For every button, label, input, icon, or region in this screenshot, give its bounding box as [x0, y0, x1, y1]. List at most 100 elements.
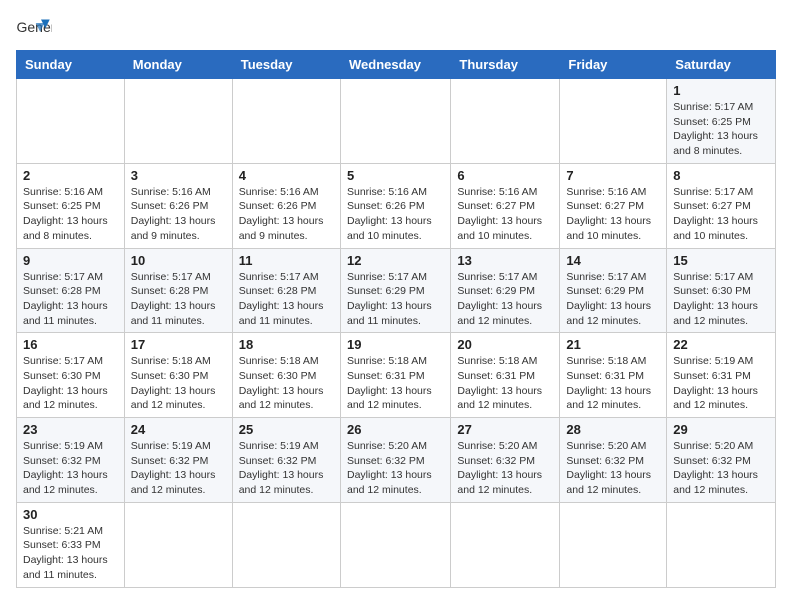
day-info: Sunrise: 5:16 AM Sunset: 6:26 PM Dayligh…: [239, 185, 334, 244]
calendar-cell: [451, 502, 560, 587]
day-info: Sunrise: 5:16 AM Sunset: 6:27 PM Dayligh…: [566, 185, 660, 244]
calendar-cell: 13 Sunrise: 5:17 AM Sunset: 6:29 PM Dayli…: [451, 248, 560, 333]
calendar-cell: 29 Sunrise: 5:20 AM Sunset: 6:32 PM Dayli…: [667, 418, 776, 503]
day-number: 8: [673, 168, 769, 183]
day-number: 5: [347, 168, 444, 183]
day-info: Sunrise: 5:16 AM Sunset: 6:25 PM Dayligh…: [23, 185, 118, 244]
calendar-header-row: SundayMondayTuesdayWednesdayThursdayFrid…: [17, 51, 776, 79]
calendar-cell: 5Sunrise: 5:16 AM Sunset: 6:26 PM Daylig…: [340, 163, 450, 248]
calendar-cell: [340, 502, 450, 587]
weekday-header-monday: Monday: [124, 51, 232, 79]
day-info: Sunrise: 5:17 AM Sunset: 6:28 PM Dayligh…: [23, 270, 118, 329]
day-number: 21: [566, 337, 660, 352]
day-info: Sunrise: 5:17 AM Sunset: 6:28 PM Dayligh…: [239, 270, 334, 329]
day-info: Sunrise: 5:16 AM Sunset: 6:27 PM Dayligh…: [457, 185, 553, 244]
calendar-cell: [232, 502, 340, 587]
day-info: Sunrise: 5:18 AM Sunset: 6:31 PM Dayligh…: [566, 354, 660, 413]
day-info: Sunrise: 5:18 AM Sunset: 6:30 PM Dayligh…: [239, 354, 334, 413]
calendar-cell: 25 Sunrise: 5:19 AM Sunset: 6:32 PM Dayli…: [232, 418, 340, 503]
day-info: Sunrise: 5:17 AM Sunset: 6:29 PM Dayligh…: [347, 270, 444, 329]
weekday-header-friday: Friday: [560, 51, 667, 79]
calendar-cell: 1Sunrise: 5:17 AM Sunset: 6:25 PM Daylig…: [667, 79, 776, 164]
day-number: 9: [23, 253, 118, 268]
day-info: Sunrise: 5:18 AM Sunset: 6:30 PM Dayligh…: [131, 354, 226, 413]
day-info: Sunrise: 5:17 AM Sunset: 6:29 PM Dayligh…: [566, 270, 660, 329]
day-number: 15: [673, 253, 769, 268]
calendar-week-4: 23Sunrise: 5:19 AM Sunset: 6:32 PM Dayli…: [17, 418, 776, 503]
day-info: Sunrise: 5:17 AM Sunset: 6:29 PM Dayligh…: [457, 270, 553, 329]
calendar-cell: 15 Sunrise: 5:17 AM Sunset: 6:30 PM Dayli…: [667, 248, 776, 333]
day-number: 13: [457, 253, 553, 268]
calendar-cell: [124, 79, 232, 164]
calendar-cell: 16 Sunrise: 5:17 AM Sunset: 6:30 PM Dayli…: [17, 333, 125, 418]
calendar-cell: [232, 79, 340, 164]
day-number: 20: [457, 337, 553, 352]
calendar-week-5: 30 Sunrise: 5:21 AM Sunset: 6:33 PM Dayli…: [17, 502, 776, 587]
calendar-cell: 14 Sunrise: 5:17 AM Sunset: 6:29 PM Dayli…: [560, 248, 667, 333]
day-info: Sunrise: 5:19 AM Sunset: 6:32 PM Dayligh…: [131, 439, 226, 498]
calendar-cell: 4 Sunrise: 5:16 AM Sunset: 6:26 PM Daylig…: [232, 163, 340, 248]
day-number: 27: [457, 422, 553, 437]
day-number: 30: [23, 507, 118, 522]
day-info: Sunrise: 5:21 AM Sunset: 6:33 PM Dayligh…: [23, 524, 118, 583]
day-number: 16: [23, 337, 118, 352]
calendar-cell: 6 Sunrise: 5:16 AM Sunset: 6:27 PM Daylig…: [451, 163, 560, 248]
day-info: Sunrise: 5:17 AM Sunset: 6:30 PM Dayligh…: [23, 354, 118, 413]
calendar-cell: 11 Sunrise: 5:17 AM Sunset: 6:28 PM Dayli…: [232, 248, 340, 333]
weekday-header-wednesday: Wednesday: [340, 51, 450, 79]
day-number: 29: [673, 422, 769, 437]
day-number: 2: [23, 168, 118, 183]
day-info: Sunrise: 5:19 AM Sunset: 6:32 PM Dayligh…: [239, 439, 334, 498]
calendar-cell: 26 Sunrise: 5:20 AM Sunset: 6:32 PM Dayli…: [340, 418, 450, 503]
calendar-cell: [340, 79, 450, 164]
day-number: 11: [239, 253, 334, 268]
logo-icon: General: [16, 16, 52, 44]
day-number: 14: [566, 253, 660, 268]
day-info: Sunrise: 5:20 AM Sunset: 6:32 PM Dayligh…: [347, 439, 444, 498]
weekday-header-saturday: Saturday: [667, 51, 776, 79]
calendar-cell: [560, 79, 667, 164]
day-number: 19: [347, 337, 444, 352]
day-info: Sunrise: 5:17 AM Sunset: 6:27 PM Dayligh…: [673, 185, 769, 244]
day-info: Sunrise: 5:19 AM Sunset: 6:32 PM Dayligh…: [23, 439, 118, 498]
calendar-cell: [451, 79, 560, 164]
day-number: 12: [347, 253, 444, 268]
day-info: Sunrise: 5:17 AM Sunset: 6:30 PM Dayligh…: [673, 270, 769, 329]
calendar-cell: 8 Sunrise: 5:17 AM Sunset: 6:27 PM Daylig…: [667, 163, 776, 248]
day-info: Sunrise: 5:19 AM Sunset: 6:31 PM Dayligh…: [673, 354, 769, 413]
day-number: 25: [239, 422, 334, 437]
day-number: 1: [673, 83, 769, 98]
calendar-cell: 3 Sunrise: 5:16 AM Sunset: 6:26 PM Daylig…: [124, 163, 232, 248]
calendar-cell: 30 Sunrise: 5:21 AM Sunset: 6:33 PM Dayli…: [17, 502, 125, 587]
day-info: Sunrise: 5:18 AM Sunset: 6:31 PM Dayligh…: [347, 354, 444, 413]
calendar-cell: 27Sunrise: 5:20 AM Sunset: 6:32 PM Dayli…: [451, 418, 560, 503]
calendar-cell: 28Sunrise: 5:20 AM Sunset: 6:32 PM Dayli…: [560, 418, 667, 503]
calendar-cell: 19 Sunrise: 5:18 AM Sunset: 6:31 PM Dayli…: [340, 333, 450, 418]
calendar-cell: 20Sunrise: 5:18 AM Sunset: 6:31 PM Dayli…: [451, 333, 560, 418]
calendar-cell: 17Sunrise: 5:18 AM Sunset: 6:30 PM Dayli…: [124, 333, 232, 418]
day-number: 10: [131, 253, 226, 268]
calendar-cell: 12 Sunrise: 5:17 AM Sunset: 6:29 PM Dayli…: [340, 248, 450, 333]
calendar-week-0: 1Sunrise: 5:17 AM Sunset: 6:25 PM Daylig…: [17, 79, 776, 164]
calendar-week-2: 9 Sunrise: 5:17 AM Sunset: 6:28 PM Daylig…: [17, 248, 776, 333]
calendar-cell: 18Sunrise: 5:18 AM Sunset: 6:30 PM Dayli…: [232, 333, 340, 418]
calendar-cell: 23Sunrise: 5:19 AM Sunset: 6:32 PM Dayli…: [17, 418, 125, 503]
logo: General: [16, 16, 56, 44]
calendar-cell: 22Sunrise: 5:19 AM Sunset: 6:31 PM Dayli…: [667, 333, 776, 418]
day-number: 6: [457, 168, 553, 183]
calendar-cell: 9 Sunrise: 5:17 AM Sunset: 6:28 PM Daylig…: [17, 248, 125, 333]
calendar-week-1: 2 Sunrise: 5:16 AM Sunset: 6:25 PM Daylig…: [17, 163, 776, 248]
day-number: 7: [566, 168, 660, 183]
calendar-table: SundayMondayTuesdayWednesdayThursdayFrid…: [16, 50, 776, 588]
day-number: 3: [131, 168, 226, 183]
calendar-cell: 2 Sunrise: 5:16 AM Sunset: 6:25 PM Daylig…: [17, 163, 125, 248]
day-info: Sunrise: 5:20 AM Sunset: 6:32 PM Dayligh…: [673, 439, 769, 498]
day-number: 24: [131, 422, 226, 437]
calendar-cell: [124, 502, 232, 587]
weekday-header-thursday: Thursday: [451, 51, 560, 79]
day-number: 4: [239, 168, 334, 183]
day-info: Sunrise: 5:16 AM Sunset: 6:26 PM Dayligh…: [131, 185, 226, 244]
day-number: 26: [347, 422, 444, 437]
day-info: Sunrise: 5:20 AM Sunset: 6:32 PM Dayligh…: [566, 439, 660, 498]
calendar-cell: [667, 502, 776, 587]
